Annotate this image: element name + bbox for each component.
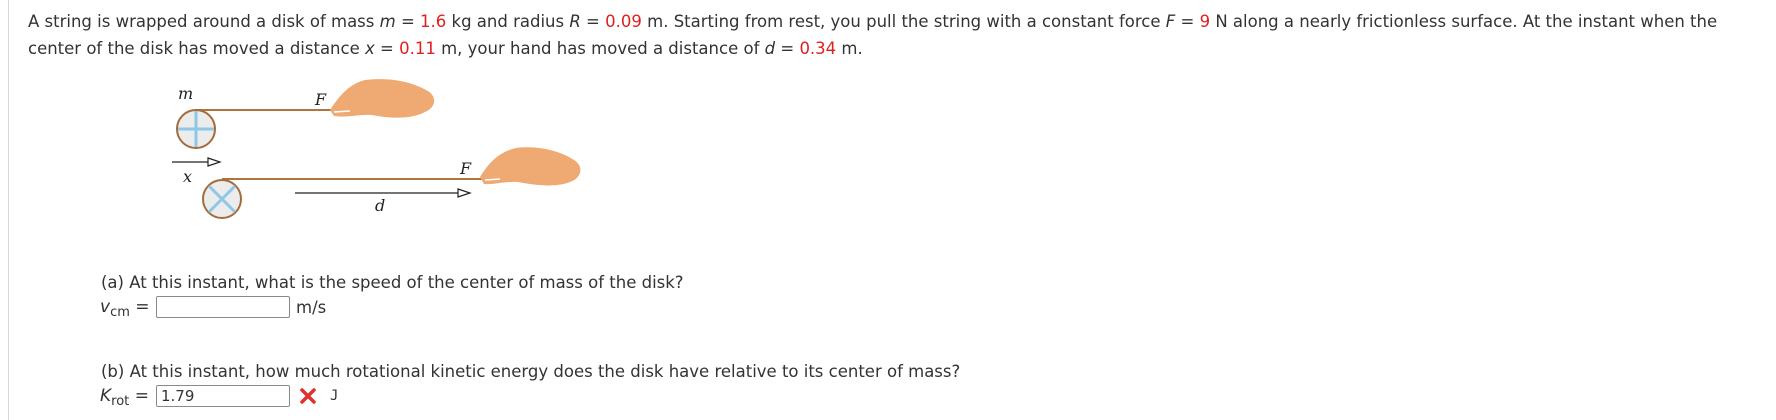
var-d: d	[764, 39, 776, 58]
problem-text: m, your hand has moved a distance of	[435, 39, 765, 58]
label-main: K	[100, 386, 112, 406]
value-x: 0.11	[399, 39, 436, 58]
equals-sign: =	[135, 297, 150, 317]
problem-text: m.	[836, 39, 863, 58]
equals-sign: =	[374, 39, 400, 58]
label-force-bottom: F	[459, 159, 472, 178]
problem-text: A string is wrapped around a disk of mas…	[28, 12, 380, 31]
value-d: 0.34	[799, 39, 837, 58]
label-sub: rot	[111, 394, 130, 409]
arrow-x	[172, 157, 222, 167]
equals-sign: =	[580, 12, 606, 31]
incorrect-x-icon	[300, 388, 316, 404]
label-sub: cm	[110, 305, 130, 320]
question-b: (b) At this instant, how much rotational…	[101, 362, 961, 381]
equals-sign: =	[395, 12, 421, 31]
answer-row-a: vcm = m/s	[100, 296, 327, 320]
var-R: R	[569, 12, 581, 31]
equals-sign: =	[775, 39, 800, 58]
hand-top-icon	[330, 79, 435, 118]
unit-j: J	[330, 388, 339, 404]
label-main: v	[100, 297, 111, 317]
disk-top	[176, 109, 216, 149]
problem-text: m. Starting from rest, you pull the stri…	[641, 12, 1166, 31]
var-F: F	[1165, 12, 1176, 31]
problem-statement: A string is wrapped around a disk of mas…	[28, 8, 1748, 62]
value-F: 9	[1199, 12, 1211, 31]
left-divider	[8, 0, 9, 420]
unit-ms: m/s	[296, 297, 327, 317]
disk-string-figure: m F x F d	[172, 79, 581, 219]
answer-row-b: Krot = J	[100, 385, 339, 409]
equals-sign: =	[1175, 12, 1200, 31]
label-m: m	[178, 84, 193, 103]
problem-text: kg and radius	[446, 12, 570, 31]
label-krot: Krot =	[100, 386, 156, 409]
var-x: x	[365, 39, 375, 58]
question-a: (a) At this instant, what is the speed o…	[101, 273, 684, 292]
disk-bottom	[202, 179, 242, 219]
value-R: 0.09	[605, 12, 642, 31]
label-d: d	[375, 196, 385, 215]
value-m: 1.6	[420, 12, 447, 31]
vcm-input[interactable]	[156, 296, 290, 318]
hand-bottom-icon	[480, 147, 581, 186]
var-m: m	[379, 12, 396, 31]
label-x: x	[183, 167, 192, 186]
label-force-top: F	[314, 90, 327, 109]
label-vcm: vcm =	[100, 297, 156, 320]
page-frame: A string is wrapped around a disk of mas…	[0, 0, 1776, 420]
krot-input[interactable]	[156, 385, 290, 407]
equals-sign: =	[134, 386, 149, 406]
